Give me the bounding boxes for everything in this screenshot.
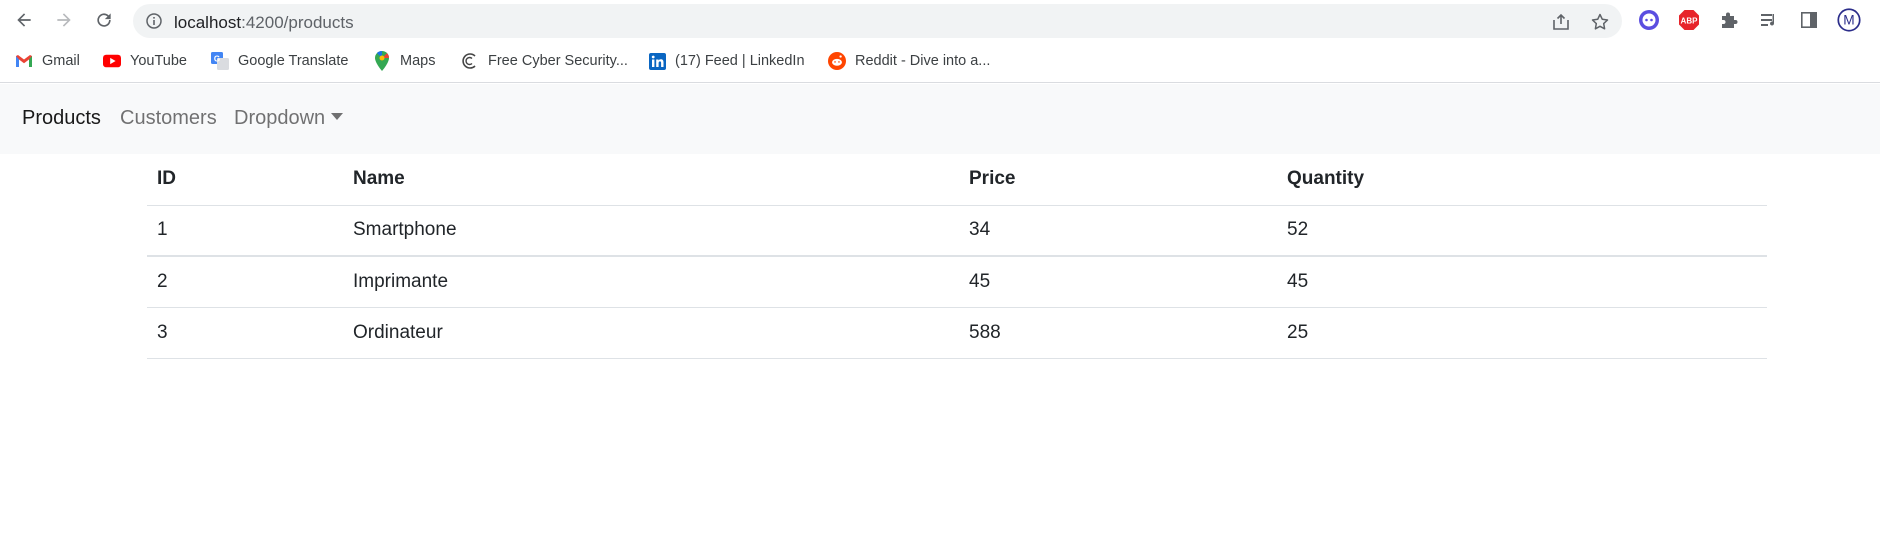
cell-quantity: 45 <box>1277 256 1767 308</box>
bookmark-free-cyber-security[interactable]: Free Cyber Security... <box>461 50 628 72</box>
puzzle-extensions-icon[interactable] <box>1717 8 1741 32</box>
back-arrow-icon[interactable] <box>12 8 36 32</box>
forward-arrow-icon[interactable] <box>52 8 76 32</box>
adblock-icon[interactable]: ABP <box>1677 8 1701 32</box>
cell-name: Ordinateur <box>343 307 959 359</box>
reading-list-icon[interactable] <box>1757 8 1781 32</box>
nav-customers[interactable]: Customers <box>120 107 217 130</box>
maps-icon <box>373 51 391 71</box>
header-quantity: Quantity <box>1277 154 1767 206</box>
cell-name: Imprimante <box>343 256 959 308</box>
cell-id: 1 <box>147 205 343 257</box>
share-icon[interactable] <box>1551 12 1571 32</box>
bookmark-linkedin[interactable]: (17) Feed | LinkedIn <box>648 50 805 72</box>
side-panel-icon[interactable] <box>1797 8 1821 32</box>
extension-chat-icon[interactable] <box>1637 8 1661 32</box>
cell-name: Smartphone <box>343 205 959 257</box>
header-price: Price <box>959 154 1277 206</box>
profile-avatar-icon[interactable]: M <box>1837 8 1861 32</box>
cell-price: 588 <box>959 307 1277 359</box>
linkedin-icon <box>648 52 666 70</box>
table-row: 2 Imprimante 45 45 <box>147 256 1767 308</box>
table-row: 3 Ordinateur 588 25 <box>147 307 1767 359</box>
bookmark-maps[interactable]: Maps <box>373 50 435 72</box>
bookmark-youtube[interactable]: YouTube <box>103 50 187 72</box>
svg-text:G: G <box>214 55 220 64</box>
cell-price: 34 <box>959 205 1277 257</box>
bookmark-star-icon[interactable] <box>1590 12 1610 32</box>
reload-icon[interactable] <box>92 8 116 32</box>
header-id: ID <box>147 154 343 206</box>
cell-price: 45 <box>959 256 1277 308</box>
caret-down-icon <box>331 113 344 120</box>
cell-quantity: 25 <box>1277 307 1767 359</box>
bookmark-gmail[interactable]: Gmail <box>15 50 80 72</box>
svg-text:ABP: ABP <box>1681 17 1699 26</box>
browser-toolbar: localhost:4200/products ABP M <box>0 0 1880 40</box>
nav-dropdown-label: Dropdown <box>234 107 326 129</box>
bookmarks-bar: Gmail YouTube G Google Translate Maps Fr… <box>0 40 1880 83</box>
bookmark-google-translate[interactable]: G Google Translate <box>211 50 348 72</box>
header-name: Name <box>343 154 959 206</box>
svg-text:M: M <box>1843 13 1854 28</box>
table-header-row: ID Name Price Quantity <box>147 154 1767 206</box>
reddit-icon <box>828 52 846 70</box>
translate-icon: G <box>211 52 229 70</box>
site-info-icon[interactable] <box>146 13 162 29</box>
gmail-icon <box>15 52 33 70</box>
cyber-icon <box>461 52 479 70</box>
youtube-icon <box>103 52 121 70</box>
nav-dropdown[interactable]: Dropdown <box>234 107 344 130</box>
cell-quantity: 52 <box>1277 205 1767 257</box>
cell-id: 3 <box>147 307 343 359</box>
address-bar[interactable]: localhost:4200/products <box>133 4 1622 38</box>
products-table-wrapper: ID Name Price Quantity 1 Smartphone 34 5… <box>147 154 1767 359</box>
cell-id: 2 <box>147 256 343 308</box>
products-table: ID Name Price Quantity 1 Smartphone 34 5… <box>147 154 1767 359</box>
table-row: 1 Smartphone 34 52 <box>147 205 1767 257</box>
app-navbar: Products Customers Dropdown <box>0 84 1880 154</box>
bookmark-reddit[interactable]: Reddit - Dive into a... <box>828 50 990 72</box>
nav-products[interactable]: Products <box>22 107 101 130</box>
url-text: localhost:4200/products <box>174 13 354 32</box>
